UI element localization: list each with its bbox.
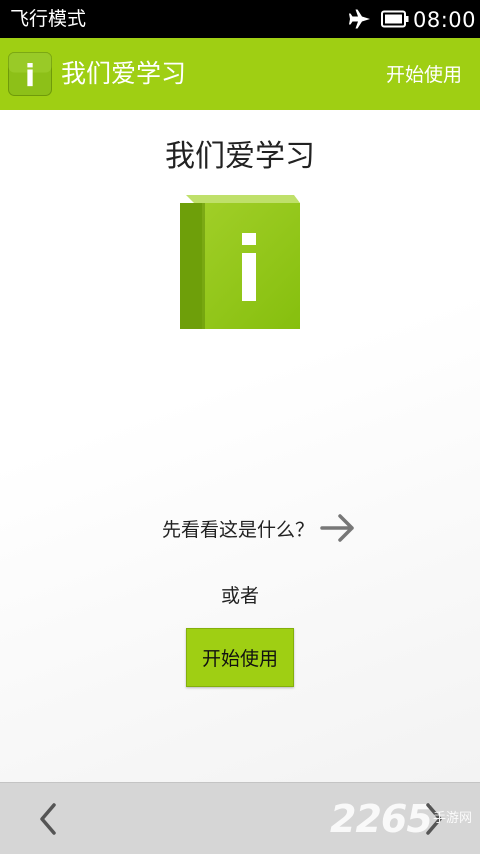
watermark-text: 手游网 — [433, 811, 473, 826]
start-using-button[interactable]: 开始使用 — [186, 628, 294, 687]
airplane-mode-label: 飞行模式 — [10, 8, 87, 30]
arrow-right-icon — [320, 514, 354, 542]
airplane-icon — [349, 9, 370, 29]
intro-link[interactable]: 先看看这是什么？ — [0, 508, 480, 548]
chevron-left-icon[interactable] — [34, 801, 62, 837]
app-logo-icon: i — [8, 52, 52, 96]
action-bar: i 我们爱学习 开始使用 — [0, 38, 480, 110]
start-using-action[interactable]: 开始使用 — [386, 62, 462, 88]
app-screen: 飞行模式 08:00 i 我们爱学习 开始使用 我们爱学习 先看看这是什么？ 或… — [0, 0, 480, 854]
book-logo-icon — [180, 195, 300, 329]
watermark-number: 2265 — [330, 797, 433, 841]
battery-icon — [381, 10, 409, 28]
clock: 08:00 — [413, 8, 477, 32]
status-bar: 飞行模式 08:00 — [0, 0, 480, 38]
app-icon-letter: i — [25, 59, 35, 94]
bottom-nav-bar: 2265 手游网 — [0, 782, 480, 854]
or-text: 或者 — [220, 585, 259, 607]
intro-text: 先看看这是什么？ — [161, 518, 314, 541]
page-heading: 我们爱学习 — [165, 139, 315, 174]
app-title: 我们爱学习 — [61, 59, 187, 88]
